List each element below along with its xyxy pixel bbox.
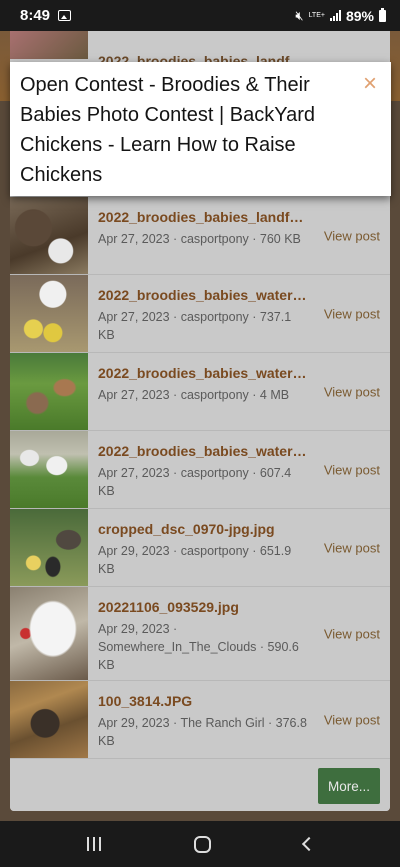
- battery-icon: [379, 7, 386, 22]
- attachment-meta: Apr 29, 2023 · Somewhere_In_The_Clouds ·…: [98, 622, 299, 672]
- contest-title-modal: Open Contest - Broodies & Their Babies P…: [10, 62, 391, 196]
- attachment-filename[interactable]: 20221106_093529.jpg: [98, 599, 308, 615]
- image-notification-icon: [58, 10, 72, 21]
- list-item[interactable]: 2022_broodies_babies_waterf... Apr 27, 2…: [10, 431, 390, 509]
- attachment-filename[interactable]: 2022_broodies_babies_waterf...: [98, 287, 308, 303]
- status-indicators: 🔇︎ LTE+ 89%: [295, 7, 386, 24]
- attachment-thumbnail[interactable]: [10, 431, 88, 508]
- view-post-link[interactable]: View post: [324, 228, 380, 243]
- home-icon[interactable]: [193, 835, 211, 853]
- list-item[interactable]: cropped_dsc_0970-jpg.jpg Apr 29, 2023 · …: [10, 509, 390, 587]
- view-post-link[interactable]: View post: [324, 384, 380, 399]
- attachment-meta: Apr 27, 2023 · casportpony · 760 KB: [98, 232, 301, 246]
- lte-label: LTE+: [308, 12, 325, 19]
- list-item[interactable]: 2022_broodies_babies_waterf... Apr 27, 2…: [10, 353, 390, 431]
- view-post-link[interactable]: View post: [324, 712, 380, 727]
- list-item[interactable]: 20221106_093529.jpg Apr 29, 2023 · Somew…: [10, 587, 390, 681]
- view-post-link[interactable]: View post: [324, 540, 380, 555]
- list-item[interactable]: 2022_broodies_babies_landfo... Apr 27, 2…: [10, 197, 390, 275]
- navigation-bar: [0, 821, 400, 867]
- mute-icon: 🔇︎: [295, 7, 304, 23]
- view-post-link[interactable]: View post: [324, 626, 380, 641]
- attachment-thumbnail[interactable]: [10, 197, 88, 274]
- attachment-thumbnail[interactable]: [10, 275, 88, 352]
- attachment-filename[interactable]: 2022_broodies_babies_waterf...: [98, 365, 308, 381]
- peek-thumbnail: [10, 31, 88, 59]
- modal-title: Open Contest - Broodies & Their Babies P…: [20, 74, 315, 186]
- attachment-filename[interactable]: 2022_broodies_babies_landfo...: [98, 209, 308, 225]
- attachment-meta: Apr 27, 2023 · casportpony · 607.4 KB: [98, 466, 292, 498]
- attachment-thumbnail[interactable]: [10, 681, 88, 758]
- attachment-filename[interactable]: 100_3814.JPG: [98, 693, 308, 709]
- recent-apps-icon[interactable]: [86, 837, 101, 851]
- attachment-filename[interactable]: cropped_dsc_0970-jpg.jpg: [98, 521, 308, 537]
- back-icon[interactable]: [301, 836, 316, 852]
- status-time: 8:49: [20, 7, 51, 24]
- view-post-link[interactable]: View post: [324, 462, 380, 477]
- list-item[interactable]: 2022_broodies_babies_waterf... Apr 27, 2…: [10, 275, 390, 353]
- attachment-thumbnail[interactable]: [10, 353, 88, 430]
- attachment-meta: Apr 27, 2023 · casportpony · 737.1 KB: [98, 310, 292, 342]
- attachment-thumbnail[interactable]: [10, 509, 88, 586]
- attachment-list: 2022_broodies_babies_landfo... Apr 27, 2…: [10, 197, 390, 759]
- attachment-thumbnail[interactable]: [10, 587, 88, 680]
- attachment-meta: Apr 29, 2023 · casportpony · 651.9 KB: [98, 544, 292, 576]
- attachment-filename[interactable]: 2022_broodies_babies_waterf...: [98, 443, 308, 459]
- list-item[interactable]: 100_3814.JPG Apr 29, 2023 · The Ranch Gi…: [10, 681, 390, 759]
- attachment-meta: Apr 29, 2023 · The Ranch Girl · 376.8 KB: [98, 716, 307, 748]
- view-post-link[interactable]: View post: [324, 306, 380, 321]
- attachment-meta: Apr 27, 2023 · casportpony · 4 MB: [98, 388, 290, 402]
- more-bar: More...: [10, 764, 390, 811]
- more-button[interactable]: More...: [318, 768, 380, 804]
- signal-icon: [329, 10, 341, 21]
- close-icon[interactable]: ×: [363, 70, 377, 98]
- battery-percent: 89%: [345, 7, 374, 24]
- status-bar: 8:49 🔇︎ LTE+ 89%: [0, 0, 400, 31]
